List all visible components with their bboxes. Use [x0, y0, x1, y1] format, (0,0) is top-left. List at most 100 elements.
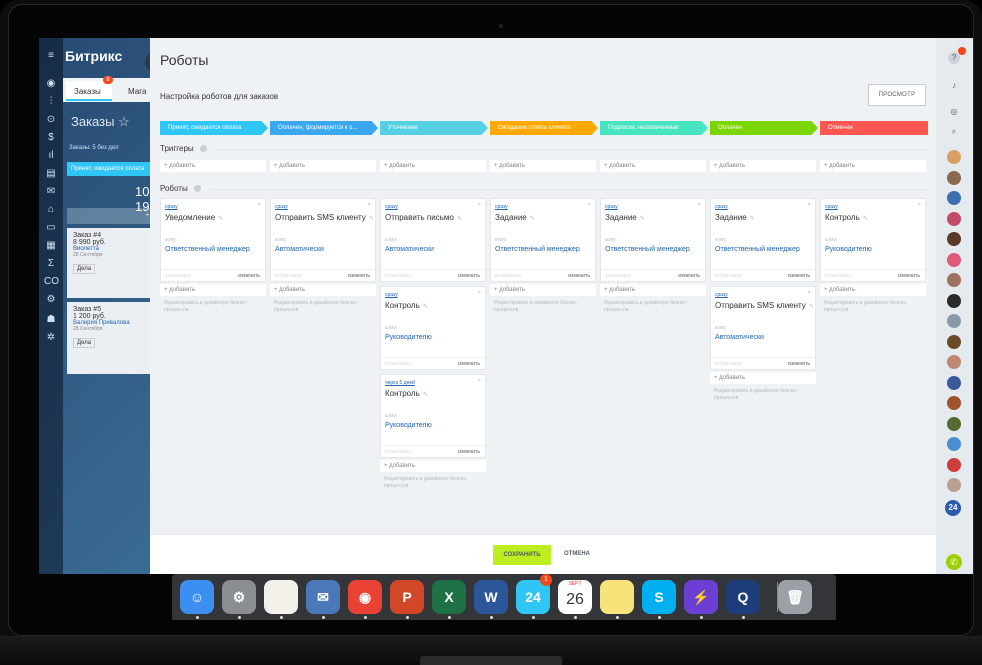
target-icon[interactable]: ⊙	[44, 114, 58, 125]
chart-icon[interactable]: ıl	[44, 150, 58, 161]
user-avatar[interactable]	[947, 150, 961, 164]
preview-button[interactable]: ПРОСМОТР	[868, 84, 926, 106]
user-avatar[interactable]	[947, 396, 961, 410]
copy-link[interactable]: копировать	[495, 273, 521, 279]
hamburger-icon[interactable]: ≡	[44, 50, 58, 61]
add-trigger-button[interactable]: + добавить	[160, 160, 266, 172]
designer-link[interactable]: Редактировать в дизайнере бизнес-процесс…	[714, 388, 818, 402]
add-trigger-button[interactable]: + добавить	[380, 160, 486, 172]
copy-link[interactable]: копировать	[605, 273, 631, 279]
robot-recipient[interactable]: Руководителю	[385, 422, 432, 429]
designer-link[interactable]: Редактировать в дизайнере бизнес-процесс…	[824, 300, 928, 314]
close-icon[interactable]: ×	[807, 290, 811, 296]
robot-recipient[interactable]: Ответственный менеджер	[605, 246, 690, 253]
stage-3[interactable]: Ожидание ответа клиента	[490, 121, 598, 135]
search-icon[interactable]: ⌕	[948, 126, 960, 138]
copy-link[interactable]: копировать	[275, 273, 301, 279]
excel-icon[interactable]: X	[432, 580, 466, 614]
robot-delay-link[interactable]: сразу	[715, 204, 728, 210]
crm-filter[interactable]: Заказы: 5 без дел	[69, 145, 119, 151]
chrome-icon[interactable]: ◉	[348, 580, 382, 614]
edit-link[interactable]: изменить	[678, 273, 700, 279]
quicktime-icon[interactable]: Q	[726, 580, 760, 614]
robot-card[interactable]: сразу × Уведомление ✎ кому: Ответственный мен…	[160, 198, 266, 282]
stage-4[interactable]: Подписки, неоплаченные	[600, 121, 708, 135]
filter-icon[interactable]: ⫶	[44, 96, 58, 107]
user-avatar[interactable]	[947, 437, 961, 451]
add-trigger-button[interactable]: + добавить	[490, 160, 596, 172]
textedit-icon[interactable]	[264, 580, 298, 614]
bolt-app-icon[interactable]: ⚡	[684, 580, 718, 614]
pencil-icon[interactable]: ✎	[423, 392, 428, 398]
user-avatar[interactable]	[947, 314, 961, 328]
user-avatar[interactable]	[947, 355, 961, 369]
user-avatar[interactable]	[947, 293, 961, 308]
close-icon[interactable]: ×	[257, 202, 261, 208]
preview-icon[interactable]: ✉	[306, 580, 340, 614]
robot-recipient[interactable]: Ответственный менеджер	[495, 246, 580, 253]
robot-delay-link[interactable]: сразу	[825, 204, 838, 210]
user-avatar[interactable]	[947, 232, 961, 246]
powerpoint-icon[interactable]: P	[390, 580, 424, 614]
co-icon[interactable]: CO	[44, 276, 59, 287]
chat-icon[interactable]: ◎	[948, 106, 960, 118]
order-deals-button[interactable]: Дела	[73, 264, 96, 274]
close-icon[interactable]: ×	[917, 202, 921, 208]
cart-icon[interactable]: ◉	[44, 78, 58, 89]
stage-6[interactable]: Отменен	[820, 121, 928, 135]
designer-link[interactable]: Редактировать в дизайнере бизнес-процесс…	[164, 300, 268, 314]
edit-link[interactable]: изменить	[788, 361, 810, 367]
sigma-icon[interactable]: Σ	[44, 258, 58, 269]
add-robot-button[interactable]: + добавить	[820, 284, 926, 296]
add-trigger-button[interactable]: + добавить	[600, 160, 706, 172]
edit-link[interactable]: изменить	[788, 273, 810, 279]
edit-link[interactable]: изменить	[458, 361, 480, 367]
designer-link[interactable]: Редактировать в дизайнере бизнес-процесс…	[604, 300, 708, 314]
designer-link[interactable]: Редактировать в дизайнере бизнес-процесс…	[494, 300, 598, 314]
gear-icon[interactable]: ✲	[44, 332, 58, 343]
bell-icon[interactable]: ♪	[948, 80, 960, 92]
mail-icon[interactable]: ✉	[44, 186, 58, 197]
robot-delay-link[interactable]: сразу	[275, 204, 288, 210]
pencil-icon[interactable]: ✎	[863, 216, 868, 222]
robot-recipient[interactable]: Автоматически	[385, 246, 434, 253]
add-robot-button[interactable]: + добавить	[600, 284, 706, 296]
designer-link[interactable]: Редактировать в дизайнере бизнес-процесс…	[274, 300, 378, 314]
pencil-icon[interactable]: ✎	[218, 216, 223, 222]
pencil-icon[interactable]: ✎	[369, 216, 374, 222]
stage-0[interactable]: Принят, ожидается оплата	[160, 121, 268, 135]
trash-icon[interactable]: 🗑	[778, 580, 812, 614]
pencil-icon[interactable]: ✎	[750, 216, 755, 222]
robot-card[interactable]: сразу × Отправить SMS клиенту ✎ кому: Автомат…	[270, 198, 376, 282]
tab-orders[interactable]: Заказы	[66, 81, 112, 101]
user-avatar[interactable]	[947, 211, 961, 226]
copy-link[interactable]: копировать	[825, 273, 851, 279]
cancel-button[interactable]: ОТМЕНА	[564, 551, 590, 557]
stage-1[interactable]: Оплачен, формируется к о...	[270, 121, 378, 135]
stage-2[interactable]: Уточнение	[380, 121, 488, 135]
people-icon[interactable]: ☗	[44, 314, 58, 325]
edit-link[interactable]: изменить	[458, 449, 480, 455]
phone-icon[interactable]: ✆	[946, 554, 962, 570]
user-avatar[interactable]	[947, 273, 961, 287]
user-avatar[interactable]	[947, 416, 961, 431]
robot-delay-link[interactable]: через 5 дней	[385, 380, 415, 386]
robot-recipient[interactable]: Руководителю	[825, 246, 872, 253]
pencil-icon[interactable]: ✎	[530, 216, 535, 222]
close-icon[interactable]: ×	[697, 202, 701, 208]
copy-link[interactable]: копировать	[385, 273, 411, 279]
robot-card[interactable]: сразу × Контроль ✎ кому: Руководителю копирова…	[380, 286, 486, 370]
add-robot-button[interactable]: + добавить	[160, 284, 266, 296]
user-avatar[interactable]	[947, 252, 961, 267]
robot-delay-link[interactable]: сразу	[495, 204, 508, 210]
add-robot-button[interactable]: + добавить	[710, 372, 816, 384]
add-trigger-button[interactable]: + добавить	[710, 160, 816, 172]
order-deals-button[interactable]: Дела	[73, 338, 96, 348]
add-robot-button[interactable]: + добавить	[380, 460, 486, 472]
bitrix-counter[interactable]: 24	[945, 500, 961, 516]
save-button[interactable]: СОХРАНИТЬ	[493, 545, 551, 565]
robot-delay-link[interactable]: сразу	[385, 292, 398, 298]
notes-icon[interactable]	[600, 580, 634, 614]
copy-link[interactable]: копировать	[385, 449, 411, 455]
dollar-icon[interactable]: $	[44, 132, 58, 143]
